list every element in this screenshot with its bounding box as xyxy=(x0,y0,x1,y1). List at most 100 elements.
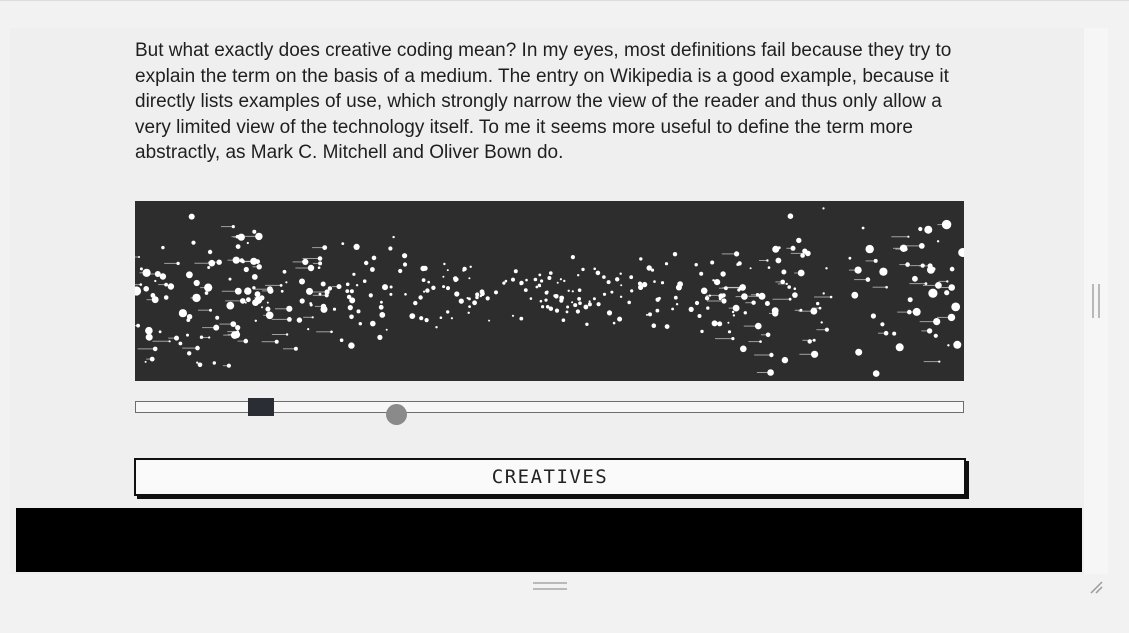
particle-dot xyxy=(651,323,657,328)
particle-dot xyxy=(318,292,322,296)
particle-dot xyxy=(700,287,708,295)
particle-dot xyxy=(781,356,789,364)
particle-dot xyxy=(671,307,674,311)
particle-dot xyxy=(944,290,950,296)
particle-dot xyxy=(675,284,682,291)
particle-dot xyxy=(150,293,156,298)
particle-dot xyxy=(627,300,631,305)
particle-dot xyxy=(546,290,549,294)
particle-dot xyxy=(781,269,787,275)
particle-dot xyxy=(544,298,548,302)
particle-dot xyxy=(364,260,369,266)
particle-dot xyxy=(186,314,193,320)
particle-dot xyxy=(895,343,904,352)
particle-dot xyxy=(554,294,559,299)
particle-dot xyxy=(880,322,885,327)
particle-dot xyxy=(593,267,596,271)
particle-dot xyxy=(641,281,648,288)
particle-dot xyxy=(648,312,652,317)
particle-dot xyxy=(468,277,471,280)
particle-dot xyxy=(731,310,735,314)
particle-dot xyxy=(610,290,614,294)
particle-dot xyxy=(446,269,449,272)
particle-dot xyxy=(431,285,436,290)
particle-dot xyxy=(265,306,271,312)
particle-dot xyxy=(424,318,429,323)
particle-dot xyxy=(371,255,377,261)
particle-dot xyxy=(345,289,350,293)
particle-dot xyxy=(630,289,634,293)
particle-dot xyxy=(650,268,655,272)
particle-dot xyxy=(196,361,199,364)
particle-dot xyxy=(362,279,367,283)
particle-dot xyxy=(912,275,918,282)
particle-dot xyxy=(718,293,724,299)
particle-dot xyxy=(740,345,747,353)
particle-dot xyxy=(775,257,782,264)
particle-dot xyxy=(419,316,424,321)
horizontal-grip-icon[interactable] xyxy=(533,582,567,590)
particle-dot xyxy=(892,331,897,336)
particle-dot xyxy=(261,306,263,309)
particle-dot xyxy=(606,280,611,285)
particle-dot xyxy=(699,271,704,276)
particle-dot xyxy=(377,334,383,340)
particle-dot xyxy=(467,311,470,314)
particle-dot xyxy=(511,277,515,282)
particle-dot xyxy=(193,279,200,287)
particle-dot xyxy=(358,322,362,326)
particle-dot xyxy=(714,279,721,286)
particle-dot xyxy=(825,267,828,270)
particle-dot xyxy=(420,265,426,272)
particle-dot xyxy=(570,255,575,260)
slider-handle-square[interactable] xyxy=(248,398,274,416)
particle-dot xyxy=(307,328,310,331)
particle-dot xyxy=(602,275,606,279)
particle-dot xyxy=(475,292,480,297)
particle-dot xyxy=(807,339,812,344)
particle-dot xyxy=(458,298,464,304)
particle-dot xyxy=(280,289,284,293)
resize-handle-icon[interactable] xyxy=(1088,579,1104,595)
particle-dot xyxy=(879,267,888,276)
particle-visualization[interactable] xyxy=(135,201,964,381)
particle-dot xyxy=(575,309,580,314)
particle-dot xyxy=(349,289,354,294)
particle-dot xyxy=(525,278,528,282)
particle-dot xyxy=(539,299,543,303)
particle-dot xyxy=(565,310,569,314)
article-frame: But what exactly does creative coding me… xyxy=(10,28,1084,574)
particle-dot xyxy=(933,333,938,338)
creatives-button[interactable]: CREATIVES xyxy=(134,458,966,496)
particle-dot xyxy=(382,284,388,291)
particle-dot xyxy=(296,317,303,323)
particle-dot xyxy=(559,278,562,281)
particle-dot xyxy=(673,295,678,300)
particle-dot xyxy=(252,299,259,306)
particle-canvas xyxy=(135,207,964,377)
vertical-grip-icon[interactable] xyxy=(1092,284,1100,318)
particle-dot xyxy=(949,266,955,272)
particle-dot xyxy=(549,271,553,275)
slider-handle-circle[interactable] xyxy=(386,404,407,425)
particle-dot xyxy=(317,266,321,269)
particle-dot xyxy=(226,301,235,310)
particle-dot xyxy=(717,321,723,327)
particle-dot xyxy=(710,260,715,265)
particle-dot xyxy=(163,295,169,300)
particle-dot xyxy=(207,266,211,269)
particle-dot xyxy=(453,277,459,283)
particle-dot xyxy=(513,269,518,274)
particle-dot xyxy=(191,240,196,245)
particle-dot xyxy=(347,305,353,311)
particle-dot xyxy=(571,301,574,304)
particle-dot xyxy=(743,311,747,315)
particle-dot xyxy=(246,297,251,303)
particle-dot xyxy=(345,282,350,287)
window-top-border xyxy=(0,0,1129,1)
particle-dot xyxy=(529,297,533,300)
particle-dot xyxy=(820,321,823,324)
particle-dot xyxy=(596,302,601,307)
particle-dot xyxy=(402,253,408,259)
particle-dot xyxy=(822,292,825,295)
